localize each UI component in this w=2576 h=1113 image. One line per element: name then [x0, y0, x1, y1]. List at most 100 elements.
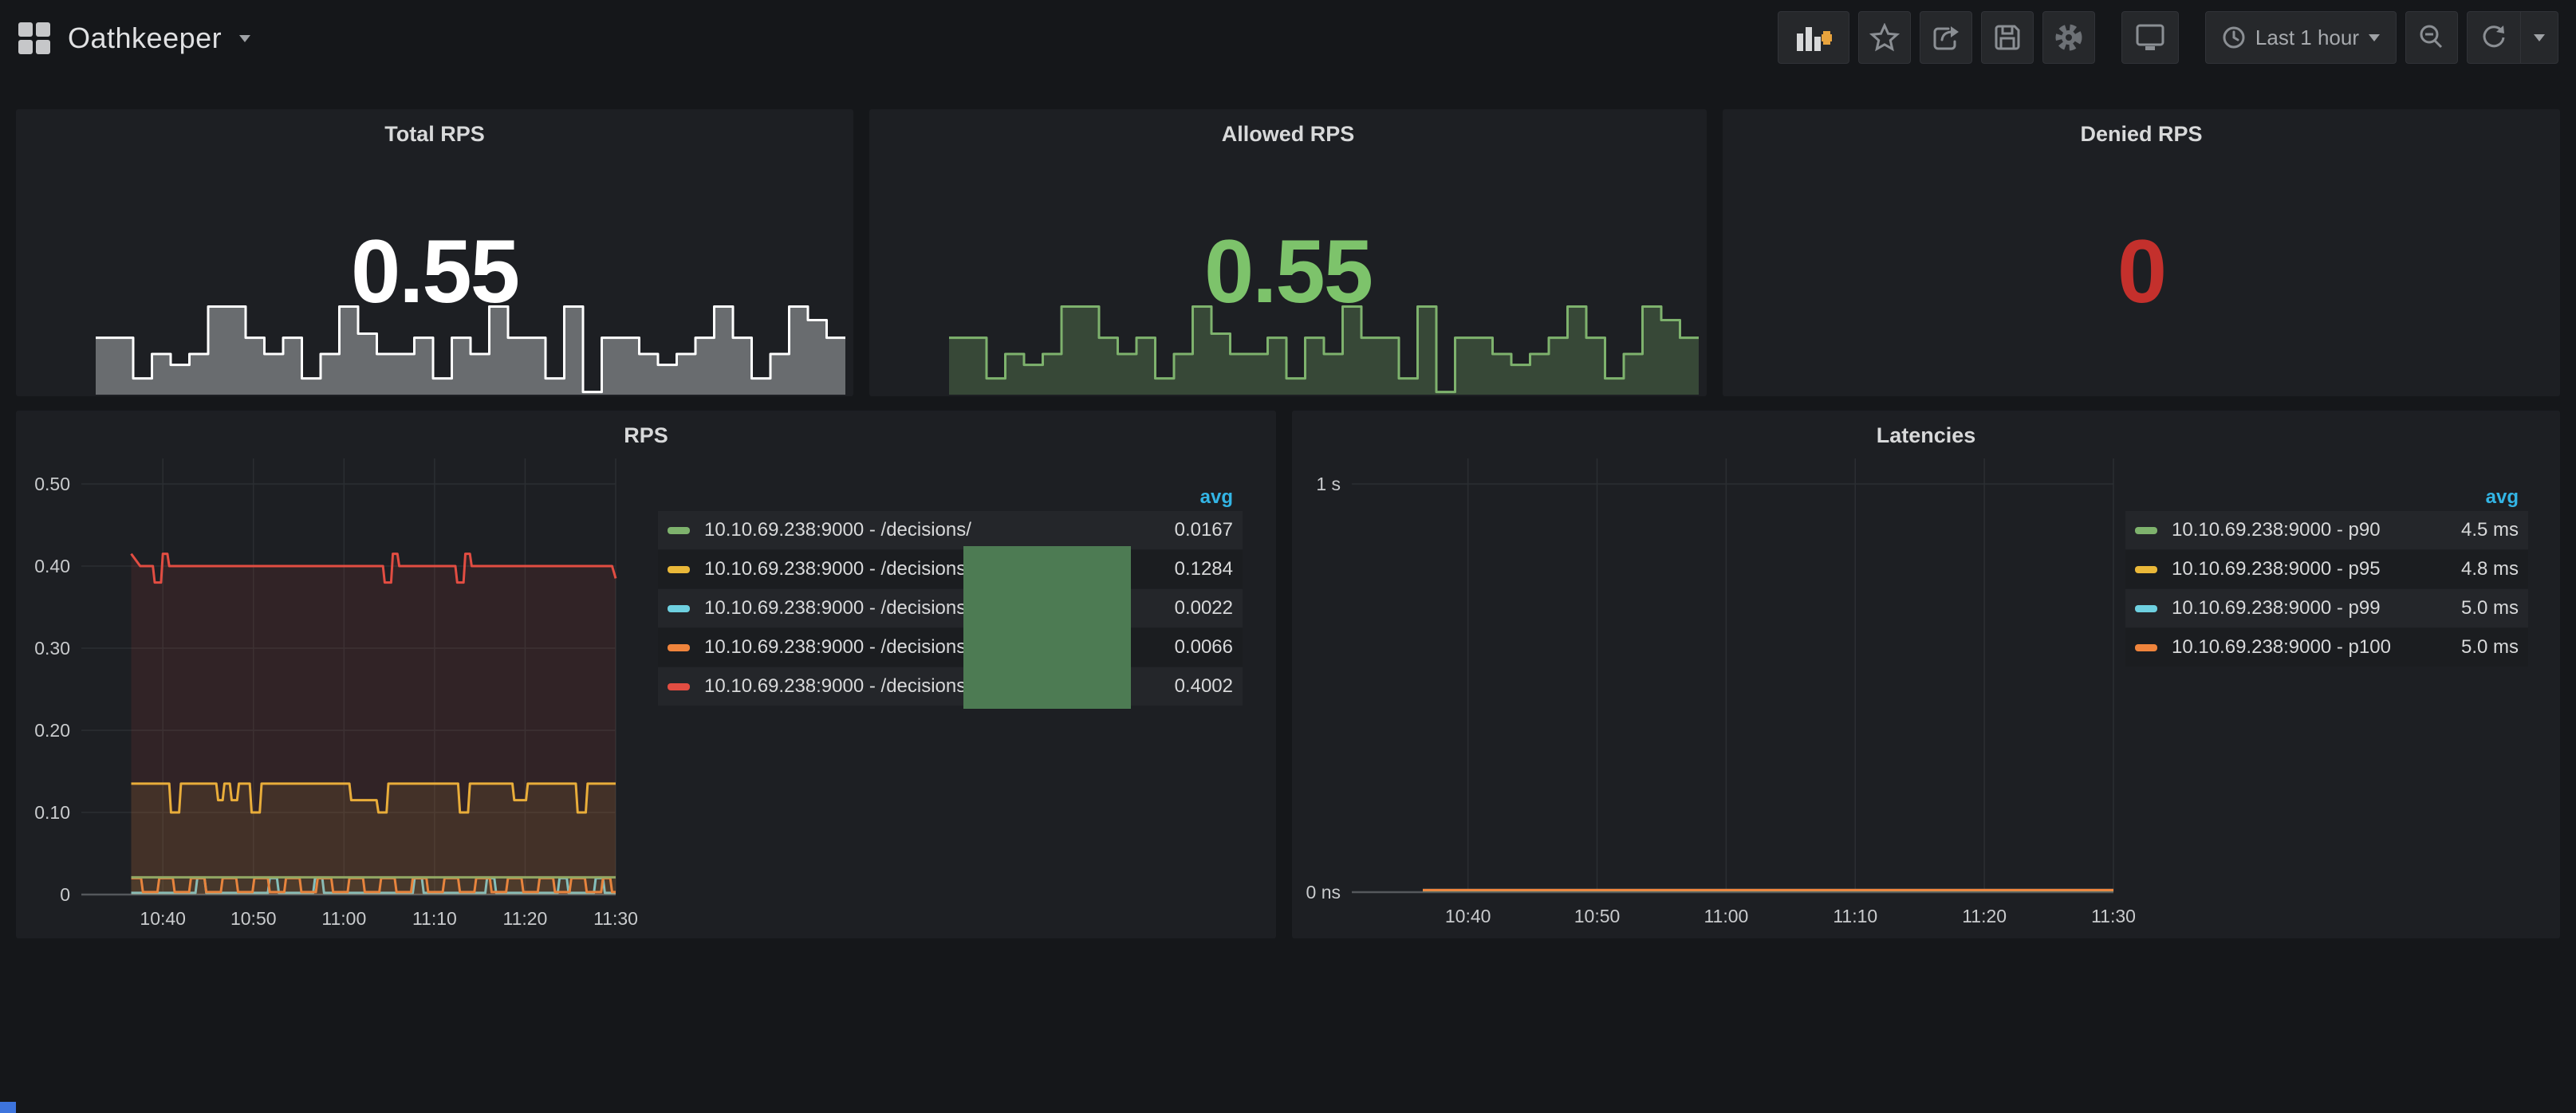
series-color-swatch: [2135, 644, 2157, 651]
series-avg-value: 5.0 ms: [2461, 636, 2519, 659]
legend-row[interactable]: 10.10.69.238:9000 - p904.5 ms: [2125, 511, 2528, 549]
tv-icon: [2134, 22, 2166, 53]
svg-text:11:20: 11:20: [1962, 906, 2007, 926]
svg-text:0.50: 0.50: [34, 474, 70, 494]
series-avg-value: 0.0167: [1175, 519, 1233, 541]
zoom-out-icon: [2416, 22, 2447, 53]
legend-avg-header[interactable]: avg: [658, 484, 1243, 511]
refresh-button[interactable]: [2468, 12, 2520, 63]
svg-text:10:50: 10:50: [1574, 906, 1621, 926]
svg-text:0.40: 0.40: [34, 556, 70, 576]
series-color-swatch: [2135, 605, 2157, 612]
save-icon: [1993, 23, 2022, 52]
svg-text:10:40: 10:40: [1445, 906, 1491, 926]
gear-icon: [2053, 22, 2085, 53]
series-color-swatch: [668, 566, 690, 573]
clock-icon: [2222, 26, 2246, 49]
legend-rows: 10.10.69.238:9000 - /decisions/0.016710.…: [658, 511, 1243, 706]
series-avg-value: 0.1284: [1175, 558, 1233, 580]
svg-text:11:00: 11:00: [321, 908, 366, 929]
series-name[interactable]: 10.10.69.238:9000 - p99: [2172, 597, 2461, 619]
legend-row[interactable]: 10.10.69.238:9000 - /decisions/0.0066: [658, 628, 1243, 667]
legend-row[interactable]: 10.10.69.238:9000 - /decisions/0.1284: [658, 550, 1243, 588]
panel-latencies-graph: 0 ns 1 s 10:40 10:50 11:00 11:10 11:20 11:30 La…: [1292, 411, 2560, 938]
bottom-left-blue-square: [0, 1102, 16, 1113]
series-color-swatch: [668, 527, 690, 534]
svg-text:0: 0: [60, 884, 70, 905]
refresh-button-group: [2467, 11, 2558, 64]
legend-row[interactable]: 10.10.69.238:9000 - p995.0 ms: [2125, 589, 2528, 627]
legend-row[interactable]: 10.10.69.238:9000 - /decisions/0.0022: [658, 589, 1243, 627]
svg-text:1 s: 1 s: [1316, 474, 1341, 494]
legend-row[interactable]: 10.10.69.238:9000 - p954.8 ms: [2125, 550, 2528, 588]
svg-text:11:10: 11:10: [1833, 906, 1877, 926]
svg-text:0.30: 0.30: [34, 638, 70, 659]
legend-row[interactable]: 10.10.69.238:9000 - /decisions/0.4002: [658, 667, 1243, 706]
refresh-interval-button[interactable]: [2521, 12, 2558, 63]
series-name[interactable]: 10.10.69.238:9000 - p95: [2172, 558, 2461, 580]
cycle-view-button[interactable]: [2121, 11, 2179, 64]
green-overlay-rectangle: [963, 546, 1131, 709]
rps-legend: avg 10.10.69.238:9000 - /decisions/0.016…: [658, 484, 1243, 706]
series-color-swatch: [668, 605, 690, 612]
panel-allowed-rps: Allowed RPS 0.55: [869, 109, 1707, 396]
legend-row[interactable]: 10.10.69.238:9000 - /decisions/0.0167: [658, 511, 1243, 549]
svg-text:10:50: 10:50: [230, 908, 277, 929]
svg-text:0.10: 0.10: [34, 802, 70, 823]
refresh-caret-icon: [2534, 34, 2545, 41]
legend-rows: 10.10.69.238:9000 - p904.5 ms10.10.69.23…: [2125, 511, 2528, 667]
series-color-swatch: [2135, 527, 2157, 534]
settings-button[interactable]: [2042, 11, 2095, 64]
svg-text:11:10: 11:10: [412, 908, 457, 929]
series-avg-value: 5.0 ms: [2461, 597, 2519, 619]
time-range-label: Last 1 hour: [2255, 26, 2359, 50]
star-button[interactable]: [1858, 11, 1911, 64]
zoom-out-button[interactable]: [2405, 11, 2458, 64]
latencies-legend: avg 10.10.69.238:9000 - p904.5 ms10.10.6…: [2125, 484, 2528, 667]
grafana-dashboard: { "nav": { "title": "Oathkeeper", "time_…: [0, 0, 2576, 1113]
panel-title[interactable]: Latencies: [1292, 423, 2560, 448]
series-name[interactable]: 10.10.69.238:9000 - /decisions/: [704, 519, 1175, 541]
series-name[interactable]: 10.10.69.238:9000 - p90: [2172, 519, 2461, 541]
series-avg-value: 0.0022: [1175, 597, 1233, 619]
add-panel-button[interactable]: [1778, 11, 1849, 64]
sparkline: [96, 299, 845, 395]
series-color-swatch: [668, 644, 690, 651]
legend-row[interactable]: 10.10.69.238:9000 - p1005.0 ms: [2125, 628, 2528, 667]
svg-text:0 ns: 0 ns: [1306, 882, 1341, 903]
panel-title[interactable]: Denied RPS: [1723, 122, 2560, 147]
time-picker-caret-icon: [2369, 34, 2380, 41]
series-color-swatch: [2135, 566, 2157, 573]
svg-text:0.20: 0.20: [34, 720, 70, 741]
panel-denied-rps: Denied RPS 0: [1723, 109, 2560, 396]
series-avg-value: 0.0066: [1175, 636, 1233, 659]
series-name[interactable]: 10.10.69.238:9000 - p100: [2172, 636, 2461, 659]
panel-total-rps: Total RPS 0.55: [16, 109, 853, 396]
refresh-icon: [2479, 23, 2508, 52]
panel-title[interactable]: Allowed RPS: [869, 122, 1707, 147]
svg-text:11:30: 11:30: [2091, 906, 2136, 926]
series-color-swatch: [668, 683, 690, 690]
top-navbar: Oathkeeper: [0, 0, 2576, 77]
series-avg-value: 0.4002: [1175, 675, 1233, 698]
dashboard-title[interactable]: Oathkeeper: [68, 22, 222, 55]
svg-text:10:40: 10:40: [140, 908, 186, 929]
toolbar: Last 1 hour: [1778, 11, 2558, 64]
share-icon: [1931, 22, 1961, 53]
svg-text:11:20: 11:20: [503, 908, 548, 929]
series-avg-value: 4.8 ms: [2461, 558, 2519, 580]
dashboard-title-caret-icon[interactable]: [239, 35, 250, 42]
star-icon: [1869, 23, 1900, 52]
svg-text:11:30: 11:30: [593, 908, 638, 929]
time-picker-button[interactable]: Last 1 hour: [2205, 11, 2397, 64]
save-button[interactable]: [1981, 11, 2034, 64]
svg-text:11:00: 11:00: [1704, 906, 1748, 926]
panel-title[interactable]: RPS: [16, 423, 1276, 448]
series-avg-value: 4.5 ms: [2461, 519, 2519, 541]
grid-icon[interactable]: [18, 22, 50, 54]
share-button[interactable]: [1920, 11, 1972, 64]
panel-title[interactable]: Total RPS: [16, 122, 853, 147]
sparkline: [949, 299, 1699, 395]
stat-value: 0: [1723, 226, 2560, 318]
legend-avg-header[interactable]: avg: [2125, 484, 2528, 511]
